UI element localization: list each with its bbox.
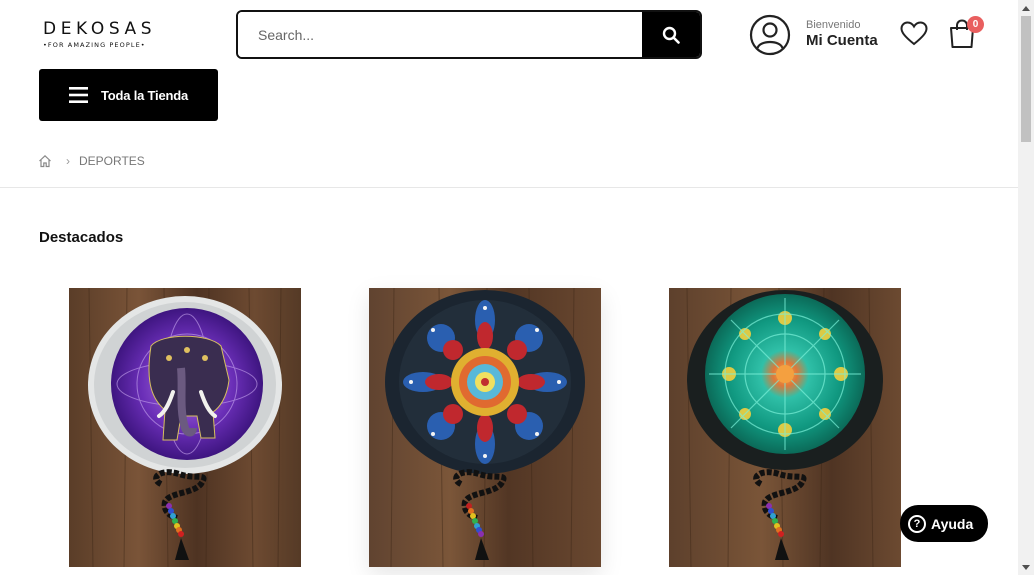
search-input[interactable] [238,12,642,57]
scroll-up-arrow-icon[interactable] [1018,0,1034,16]
page-scrollbar[interactable] [1018,0,1034,575]
scrollbar-thumb[interactable] [1021,16,1031,142]
help-label: Ayuda [931,515,974,532]
search-icon [662,26,680,44]
home-icon[interactable] [38,154,52,168]
brand-logo[interactable]: DEKOSAS •FOR AMAZING PEOPLE• [43,20,158,49]
search-bar [236,10,702,59]
hamburger-menu-icon [69,87,88,103]
product-image-elephant [69,288,301,567]
help-question-icon: ? [908,514,926,533]
heart-icon [900,21,928,46]
header-divider [0,187,1018,188]
account-label: Mi Cuenta [806,32,878,49]
product-image-green-kaleidoscope [669,288,901,567]
product-card[interactable] [669,288,901,567]
breadcrumb-current[interactable]: DEPORTES [79,154,145,168]
account-link[interactable]: Bienvenido Mi Cuenta [749,14,878,56]
site-header: DEKOSAS •FOR AMAZING PEOPLE• Bienvenido … [0,0,1018,70]
brand-tagline: •FOR AMAZING PEOPLE• [43,41,146,49]
brand-name: DEKOSAS [43,19,157,39]
product-image-dot-mandala [369,288,601,567]
scroll-down-arrow-icon[interactable] [1018,559,1034,575]
breadcrumb: › DEPORTES [38,154,145,168]
product-card[interactable] [369,288,601,567]
help-chat-button[interactable]: ? Ayuda [900,505,988,542]
product-card[interactable] [69,288,301,567]
all-store-menu-label: Toda la Tienda [101,87,189,103]
search-button[interactable] [642,12,700,57]
breadcrumb-separator-icon: › [66,154,70,168]
all-store-menu-button[interactable]: Toda la Tienda [39,69,218,121]
section-title: Destacados [39,229,124,246]
account-greeting: Bienvenido [806,19,861,31]
wishlist-button[interactable] [900,21,928,52]
cart-count-badge: 0 [967,16,984,33]
user-icon [749,14,791,56]
cart-button[interactable]: 0 [948,16,984,54]
